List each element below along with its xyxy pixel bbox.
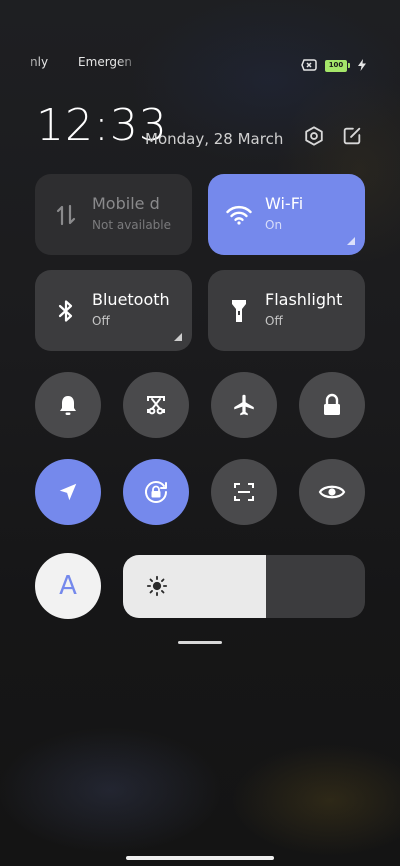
flashlight-status: Off: [265, 314, 283, 328]
lock-screen-toggle[interactable]: [299, 372, 365, 438]
flashlight-tile[interactable]: Flashlight Off: [208, 270, 365, 351]
settings-icon: [305, 126, 323, 146]
battery-level: 100: [325, 59, 347, 72]
bell-icon: [60, 396, 76, 415]
notification-toggle[interactable]: [35, 372, 101, 438]
status-carrier-text-1: nly: [30, 55, 49, 69]
status-bar-icons: 100: [301, 56, 366, 75]
flashlight-title: Flashlight: [265, 290, 343, 309]
wifi-status: On: [265, 218, 283, 232]
screenshot-toggle[interactable]: [123, 372, 189, 438]
mobile-data-status: Not available: [92, 218, 172, 232]
settings-button[interactable]: [302, 124, 326, 148]
flashlight-icon: [226, 298, 252, 324]
date-label: Monday, 28 March: [145, 130, 284, 148]
edit-icon: [343, 127, 361, 145]
airplane-mode-toggle[interactable]: [211, 372, 277, 438]
mobile-data-tile[interactable]: Mobile d Not available: [35, 174, 192, 255]
bluetooth-expand-icon[interactable]: [174, 333, 182, 341]
status-bar-carrier: nly Emergen: [30, 55, 140, 69]
auto-brightness-label: A: [59, 571, 77, 601]
brightness-slider[interactable]: [123, 555, 365, 618]
panel-drag-handle[interactable]: [178, 641, 222, 644]
battery-icon: 100: [325, 59, 350, 72]
sun-icon: [145, 574, 169, 598]
eye-icon: [318, 485, 346, 499]
scanner-toggle[interactable]: [211, 459, 277, 525]
lock-icon: [324, 393, 340, 415]
wifi-expand-icon[interactable]: [347, 237, 355, 245]
mobile-data-title: Mobile d: [92, 194, 160, 213]
bluetooth-icon: [53, 298, 79, 324]
wifi-title: Wi-Fi: [265, 194, 304, 213]
wifi-tile[interactable]: Wi-Fi On: [208, 174, 365, 255]
location-toggle[interactable]: [35, 459, 101, 525]
auto-brightness-toggle[interactable]: A: [35, 553, 101, 619]
scissors-screenshot-icon: [147, 396, 165, 415]
scan-icon: [234, 483, 254, 501]
mobile-data-icon: [53, 202, 79, 228]
bluetooth-title: Bluetooth: [92, 290, 170, 309]
home-indicator[interactable]: [126, 856, 274, 860]
bluetooth-status: Off: [92, 314, 110, 328]
reading-mode-toggle[interactable]: [299, 459, 365, 525]
edit-button[interactable]: [340, 124, 364, 148]
navigation-arrow-icon: [59, 483, 77, 501]
airplane-icon: [234, 394, 254, 416]
rotation-lock-toggle[interactable]: [123, 459, 189, 525]
rotation-lock-icon: [145, 481, 167, 503]
sim-missing-icon: [301, 56, 317, 75]
wifi-icon: [226, 202, 252, 228]
battery-tip: [348, 63, 350, 68]
bluetooth-tile[interactable]: Bluetooth Off: [35, 270, 192, 351]
status-carrier-text-2: Emergen: [78, 55, 133, 69]
charging-bolt-icon: [358, 56, 366, 75]
